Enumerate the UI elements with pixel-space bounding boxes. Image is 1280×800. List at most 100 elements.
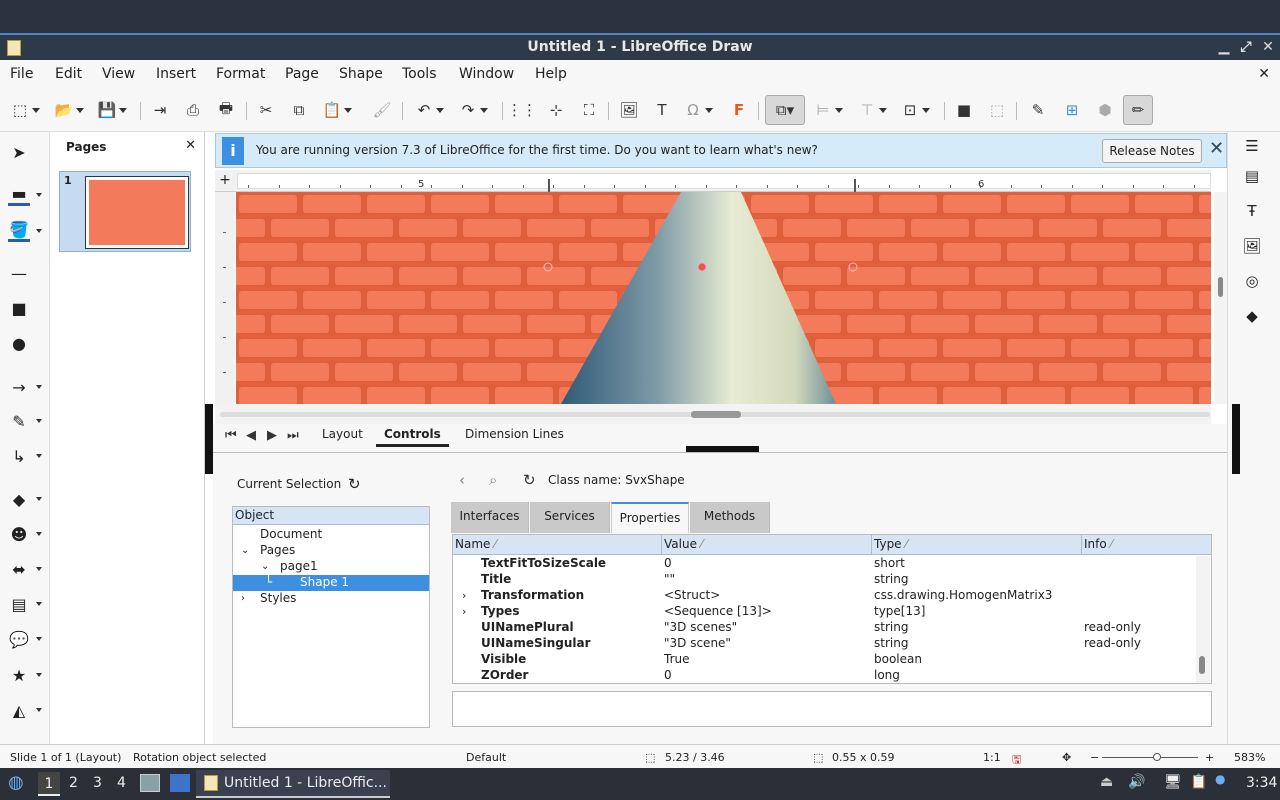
- clone-formatting-icon[interactable]: 🖌: [372, 100, 392, 120]
- last-tab-icon[interactable]: ⏭: [287, 428, 299, 443]
- column-value[interactable]: Value ⁄: [662, 535, 872, 555]
- zoom-page-icon[interactable]: ⛶: [579, 100, 599, 120]
- page-thumbnail[interactable]: 1: [59, 171, 191, 252]
- zoom-in-button[interactable]: +: [1205, 751, 1214, 764]
- lines-arrows-icon[interactable]: →: [8, 376, 42, 398]
- tree-item-styles[interactable]: › Styles: [233, 591, 429, 607]
- column-type[interactable]: Type ⁄: [872, 535, 1082, 555]
- tab-interfaces[interactable]: Interfaces: [451, 502, 529, 533]
- tree-item-pages[interactable]: ⌄ Pages: [233, 543, 429, 559]
- save-icon[interactable]: 💾: [97, 100, 127, 120]
- refresh-class-icon[interactable]: ↻: [523, 471, 536, 489]
- menu-edit[interactable]: Edit: [55, 66, 82, 82]
- insert-image-icon[interactable]: 🖼: [619, 100, 639, 120]
- table-row[interactable]: UINamePlural "3D scenes" string read-only: [453, 620, 1198, 636]
- export-pdf-icon[interactable]: ⎙: [183, 100, 203, 120]
- fontwork-icon[interactable]: F: [729, 100, 749, 120]
- fit-page-icon[interactable]: ✥: [1062, 751, 1071, 764]
- drawing-canvas[interactable]: [236, 192, 1211, 404]
- tab-services[interactable]: Services: [530, 502, 610, 533]
- undo-icon[interactable]: ↶: [414, 100, 444, 120]
- collapse-sidebar-handle[interactable]: [1232, 404, 1240, 474]
- menu-format[interactable]: Format: [216, 66, 265, 82]
- crop-icon[interactable]: ⬚: [987, 100, 1007, 120]
- glue-points-icon[interactable]: ⊞: [1062, 100, 1082, 120]
- page-style-status[interactable]: Default: [466, 751, 506, 764]
- property-detail-box[interactable]: [452, 691, 1212, 727]
- menu-help[interactable]: Help: [535, 66, 567, 82]
- zoom-slider-knob[interactable]: [1153, 753, 1161, 761]
- ruler-origin-icon[interactable]: +: [215, 170, 235, 192]
- menu-tools[interactable]: Tools: [402, 66, 437, 82]
- tree-item-document[interactable]: Document: [233, 527, 429, 543]
- clipboard-icon[interactable]: 📋: [1190, 774, 1207, 790]
- column-info[interactable]: Info ⁄: [1082, 535, 1211, 555]
- navigator-deck-icon[interactable]: ◎: [1241, 270, 1263, 292]
- properties-deck-icon[interactable]: ▤: [1241, 165, 1263, 187]
- next-tab-icon[interactable]: ▶: [267, 428, 277, 443]
- basic-shapes-icon[interactable]: ◆: [8, 488, 42, 510]
- close-document-icon[interactable]: ✕: [1258, 66, 1270, 82]
- grid-icon[interactable]: ⋮⋮: [507, 100, 537, 120]
- back-icon[interactable]: ‹: [459, 471, 465, 489]
- start-menu-icon[interactable]: ◍: [8, 772, 24, 793]
- table-row[interactable]: ZOrder 0 long: [453, 668, 1198, 684]
- prev-tab-icon[interactable]: ◀: [246, 428, 256, 443]
- callouts-icon[interactable]: 💬: [8, 628, 42, 650]
- close-infobar-icon[interactable]: ✕: [1209, 138, 1224, 159]
- column-name[interactable]: Name ⁄: [453, 535, 662, 555]
- tab-properties[interactable]: Properties: [611, 502, 689, 533]
- vertical-ruler[interactable]: [215, 192, 235, 404]
- fill-color-icon[interactable]: 🪣: [8, 220, 42, 242]
- table-row[interactable]: Title "" string: [453, 572, 1198, 588]
- helplines-icon[interactable]: ⊹: [546, 100, 566, 120]
- taskbar-window-button[interactable]: Untitled 1 - LibreOffic...: [196, 770, 390, 798]
- menu-insert[interactable]: Insert: [156, 66, 196, 82]
- ellipse-icon[interactable]: ●: [8, 332, 30, 354]
- shadow-icon[interactable]: ■: [954, 100, 974, 120]
- menu-file[interactable]: File: [10, 66, 33, 82]
- workspace-1[interactable]: 1: [38, 772, 60, 796]
- table-row[interactable]: › Types <Sequence [13]> type[13]: [453, 604, 1198, 620]
- open-icon[interactable]: 📂: [54, 100, 84, 120]
- 3d-objects-icon[interactable]: ◭: [8, 699, 42, 721]
- paste-icon[interactable]: 📋: [322, 100, 352, 120]
- maximize-icon[interactable]: ⤢: [1236, 35, 1256, 60]
- symbol-shapes-icon[interactable]: ☻: [8, 523, 42, 545]
- tab-methods[interactable]: Methods: [690, 502, 770, 533]
- table-row[interactable]: UINameSingular "3D scene" string read-only: [453, 636, 1198, 652]
- horizontal-ruler[interactable]: + 5 6: [215, 170, 1211, 193]
- tab-dimension-lines[interactable]: Dimension Lines: [457, 427, 572, 441]
- scale-status[interactable]: 1:1: [983, 751, 1001, 764]
- align-objects-icon[interactable]: ⊨: [813, 100, 843, 120]
- shapes-deck-icon[interactable]: ◆: [1241, 305, 1263, 327]
- notification-icon[interactable]: ●: [1215, 772, 1225, 786]
- close-pages-panel-icon[interactable]: ✕: [185, 138, 196, 153]
- line-icon[interactable]: —: [8, 262, 30, 284]
- toggle-extrusion-icon[interactable]: ⬢: [1095, 100, 1115, 120]
- transformations-button[interactable]: ⧉▾: [765, 95, 805, 125]
- block-arrows-icon[interactable]: ⬌: [8, 558, 42, 580]
- workspace-2[interactable]: 2: [69, 775, 78, 791]
- special-character-icon[interactable]: Ω: [683, 100, 713, 120]
- points-icon[interactable]: ✎: [1028, 100, 1048, 120]
- zoom-pan-icon[interactable]: ⬚: [10, 100, 40, 120]
- search-icon[interactable]: ⌕: [489, 471, 497, 489]
- draw-functions-button[interactable]: ✏: [1123, 95, 1153, 125]
- cut-icon[interactable]: ✂: [256, 100, 276, 120]
- table-row[interactable]: › Transformation <Struct> css.drawing.Homog…: [453, 588, 1198, 604]
- copy-icon[interactable]: ⧉: [289, 100, 309, 120]
- properties-scrollbar[interactable]: [1196, 556, 1210, 683]
- tab-layout[interactable]: Layout: [314, 427, 371, 441]
- first-tab-icon[interactable]: ⏮: [225, 428, 237, 443]
- sidebar-menu-icon[interactable]: ☰: [1241, 135, 1263, 157]
- close-window-icon[interactable]: ✕: [1258, 35, 1278, 60]
- table-row[interactable]: Visible True boolean: [453, 652, 1198, 668]
- menu-view[interactable]: View: [102, 66, 135, 82]
- connectors-icon[interactable]: ↳: [8, 445, 42, 467]
- horizontal-scrollbar[interactable]: [215, 404, 1211, 424]
- redo-icon[interactable]: ↷: [458, 100, 488, 120]
- arrange-icon[interactable]: ⊤: [857, 100, 887, 120]
- print-icon[interactable]: 🖶: [216, 99, 236, 120]
- workspace-4[interactable]: 4: [117, 775, 126, 791]
